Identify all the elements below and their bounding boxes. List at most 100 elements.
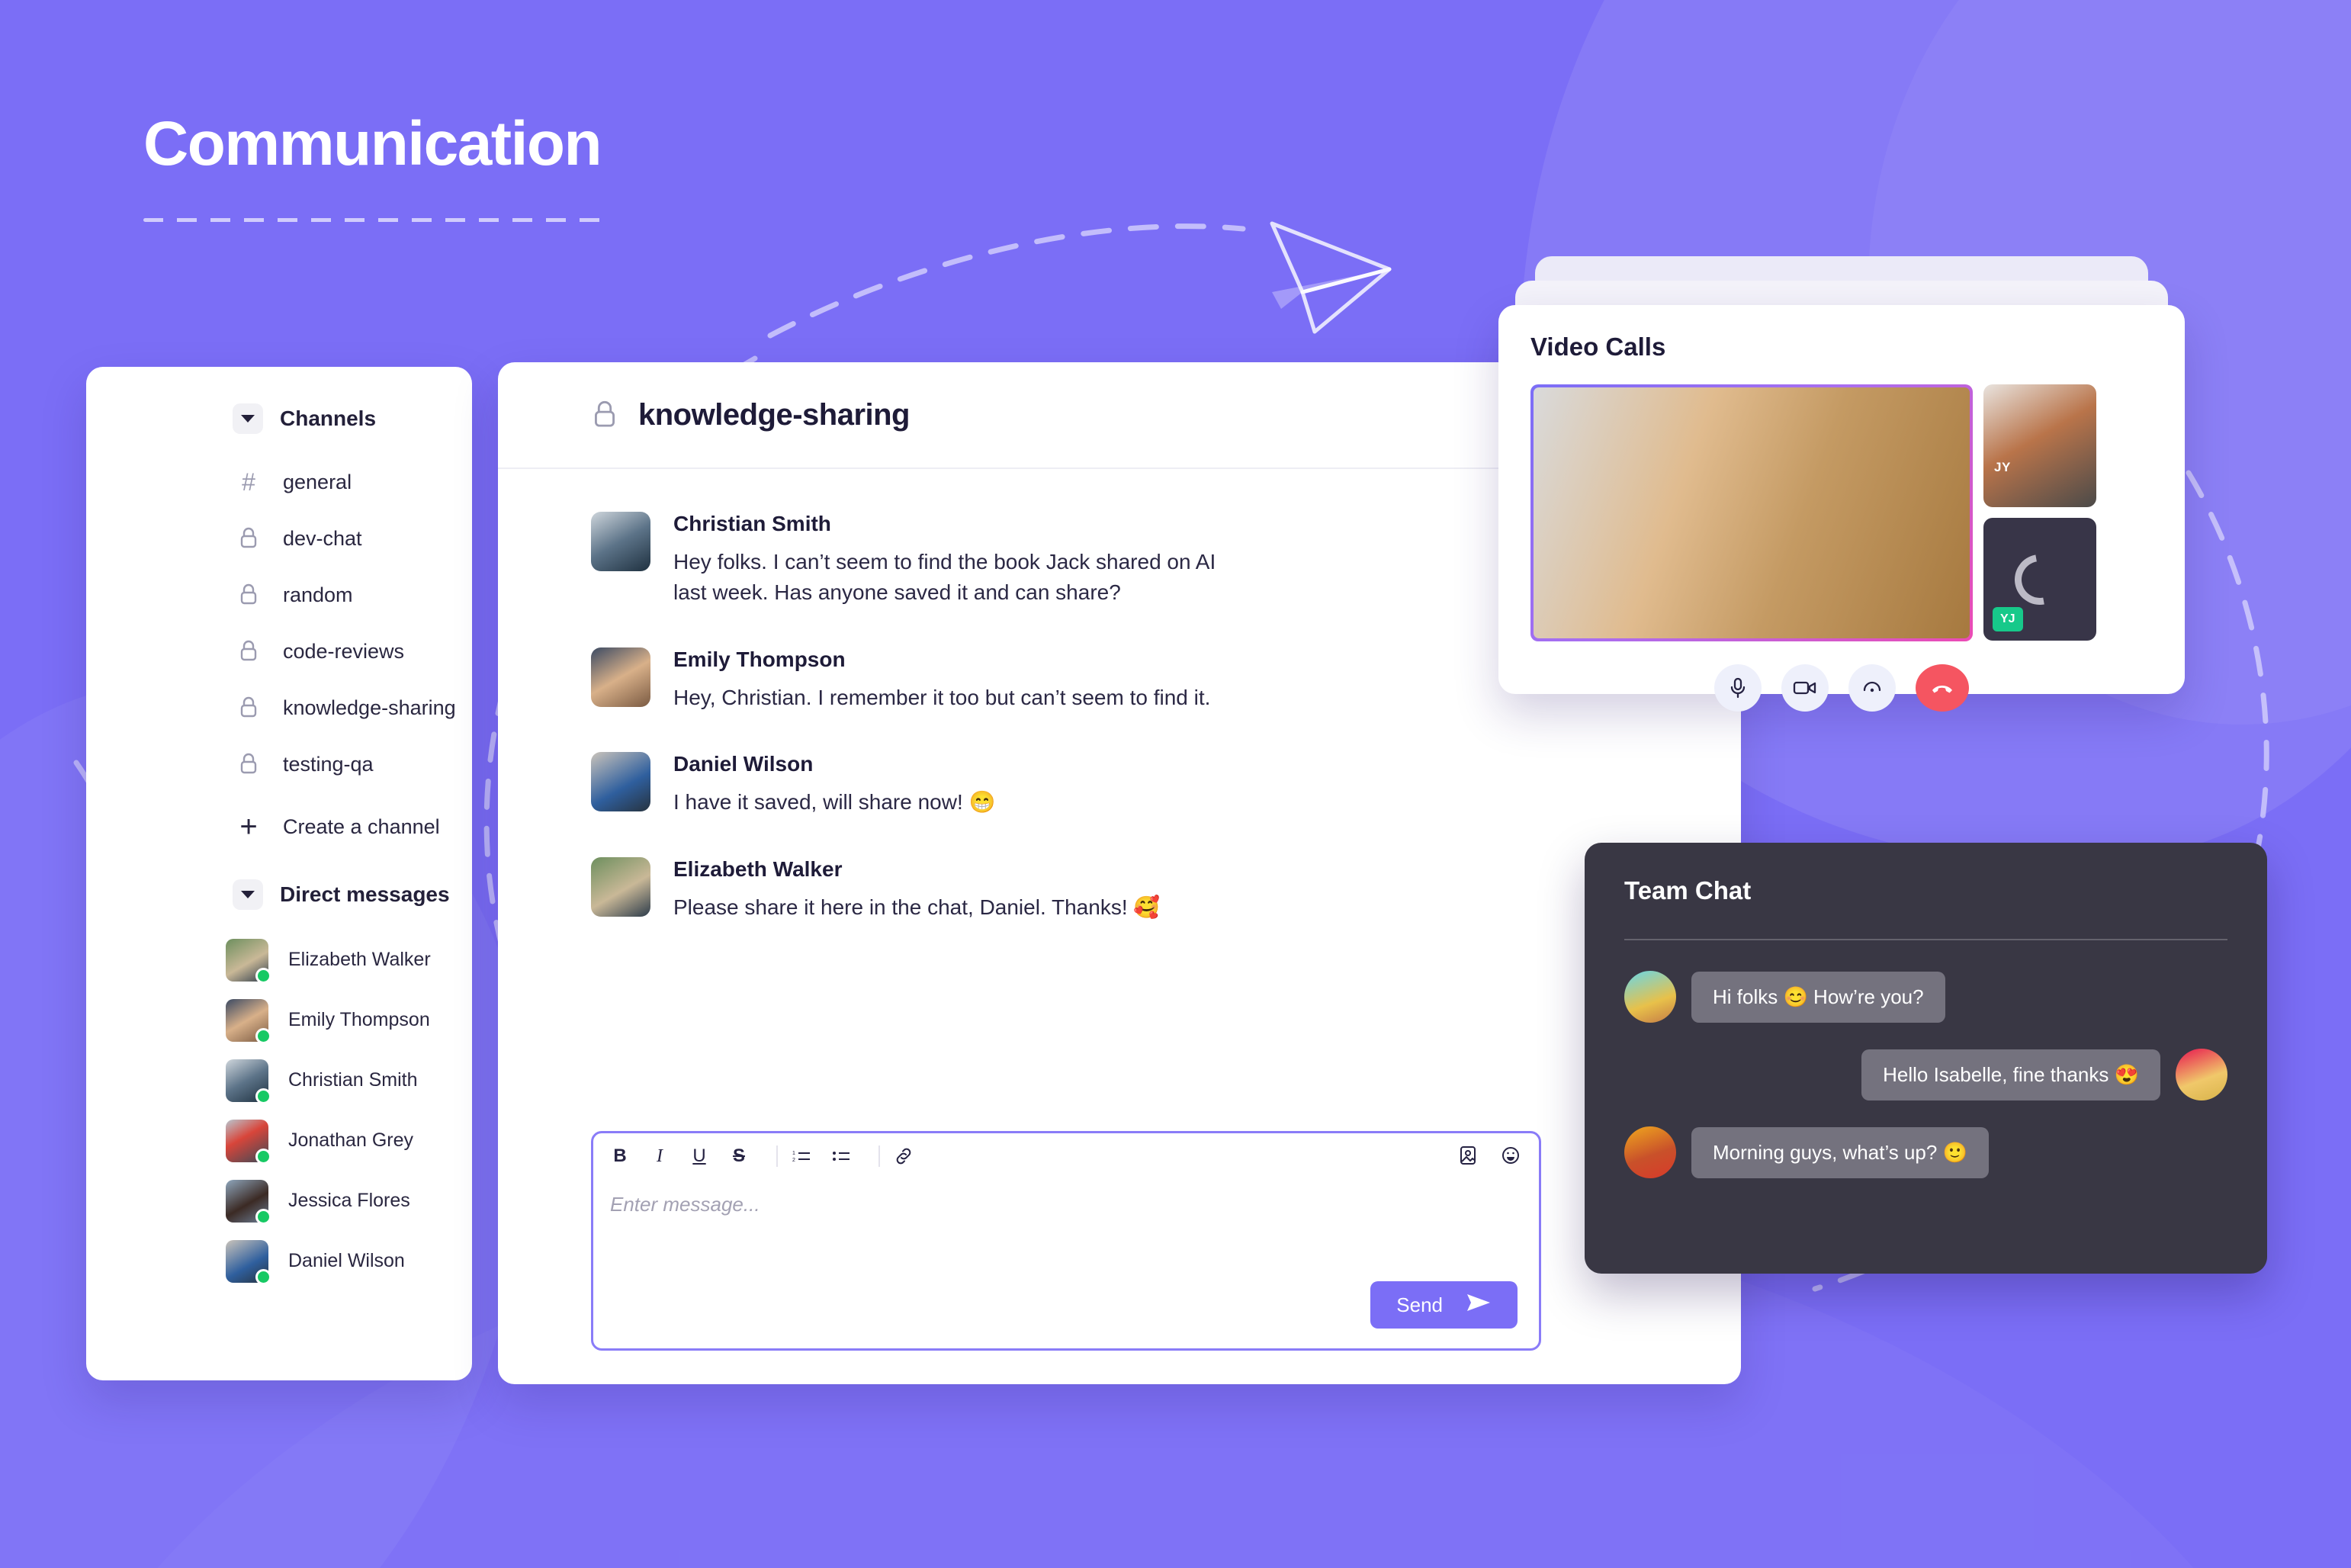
- emoji-icon[interactable]: [1499, 1142, 1522, 1168]
- create-channel-button[interactable]: + Create a channel: [86, 798, 472, 855]
- dm-item-emily-thompson[interactable]: Emily Thompson: [86, 990, 472, 1050]
- avatar: [1624, 971, 1676, 1023]
- avatar: [591, 857, 650, 917]
- screen-share-button[interactable]: [1848, 664, 1896, 712]
- sidebar-item-random[interactable]: random: [86, 567, 472, 623]
- dm-item-elizabeth-walker[interactable]: Elizabeth Walker: [86, 930, 472, 990]
- lock-icon: [236, 639, 262, 664]
- dm-item-label: Emily Thompson: [288, 1009, 430, 1030]
- avatar: [2176, 1049, 2227, 1100]
- status-indicator: [255, 1027, 271, 1044]
- sidebar-item-label: general: [283, 470, 352, 493]
- sidebar-item-label: dev-chat: [283, 526, 362, 550]
- status-indicator: [255, 967, 271, 984]
- paper-plane-icon: [1270, 221, 1392, 334]
- status-indicator: [255, 1208, 271, 1225]
- status-indicator: [255, 1268, 271, 1285]
- dm-item-label: Daniel Wilson: [288, 1250, 405, 1271]
- svg-text:1: 1: [792, 1151, 795, 1156]
- dm-item-label: Elizabeth Walker: [288, 949, 431, 970]
- dm-item-label: Jessica Flores: [288, 1190, 410, 1211]
- message-author: Elizabeth Walker: [673, 857, 843, 881]
- lock-icon: [236, 696, 262, 720]
- avatar: [226, 1239, 271, 1285]
- message-author: Christian Smith: [673, 512, 831, 535]
- dm-item-christian-smith[interactable]: Christian Smith: [86, 1050, 472, 1110]
- video-thumb-loading-tile[interactable]: YJ: [1983, 518, 2096, 641]
- video-feed: [1534, 387, 1970, 638]
- dm-item-daniel-wilson[interactable]: Daniel Wilson: [86, 1231, 472, 1291]
- ordered-list-icon[interactable]: 12: [790, 1143, 813, 1169]
- underline-icon[interactable]: U: [688, 1143, 711, 1169]
- divider: [1624, 939, 2227, 940]
- message-composer[interactable]: B I U S 12 Enter message... Send: [591, 1131, 1541, 1351]
- sidebar-item-knowledge-sharing[interactable]: knowledge-sharing: [86, 680, 472, 736]
- sidebar-item-label: code-reviews: [283, 639, 405, 663]
- bold-icon[interactable]: B: [609, 1143, 631, 1169]
- page-title: Communication: [143, 109, 602, 178]
- send-icon: [1466, 1293, 1492, 1318]
- sidebar-item-label: knowledge-sharing: [283, 696, 456, 719]
- send-button-label: Send: [1396, 1293, 1443, 1316]
- toolbar-divider: [776, 1145, 778, 1167]
- chevron-down-icon[interactable]: [233, 403, 263, 434]
- dm-item-label: Jonathan Grey: [288, 1129, 413, 1151]
- italic-icon[interactable]: I: [648, 1143, 671, 1169]
- dm-item-jonathan-grey[interactable]: Jonathan Grey: [86, 1110, 472, 1171]
- sidebar-item-code-reviews[interactable]: code-reviews: [86, 623, 472, 680]
- avatar: [226, 1119, 271, 1165]
- sidebar-panel: Channels # general dev-chat random code-…: [86, 367, 472, 1380]
- microphone-button[interactable]: [1714, 664, 1762, 712]
- video-thumbnails: JY YJ: [1983, 384, 2096, 641]
- message-text: Hey folks. I can’t seem to find the book…: [673, 550, 1216, 604]
- video-main-tile[interactable]: [1530, 384, 1973, 641]
- toolbar-divider: [878, 1145, 880, 1167]
- avatar: [226, 1179, 271, 1225]
- message-input[interactable]: Enter message...: [610, 1193, 760, 1216]
- message-item: Elizabeth Walker Please share it here in…: [591, 857, 1695, 923]
- team-chat-message: Morning guys, what’s up? 🙂: [1624, 1126, 2227, 1178]
- participant-initials-badge: YJ: [1993, 607, 2023, 631]
- call-controls: [1530, 664, 2153, 712]
- page-title: knowledge-sharing: [638, 397, 911, 432]
- sidebar-item-dev-chat[interactable]: dev-chat: [86, 510, 472, 567]
- image-icon[interactable]: [1457, 1142, 1479, 1168]
- direct-messages-section-header[interactable]: Direct messages: [86, 879, 472, 910]
- send-button[interactable]: Send: [1370, 1281, 1518, 1329]
- sidebar-item-label: testing-qa: [283, 752, 374, 776]
- team-chat-bubble: Hi folks 😊 How’re you?: [1691, 971, 1945, 1023]
- camera-button[interactable]: [1781, 664, 1829, 712]
- avatar: [591, 647, 650, 707]
- loading-spinner-icon: [2005, 544, 2075, 615]
- participant-initials: JY: [1994, 460, 2011, 474]
- dm-item-label: Christian Smith: [288, 1069, 418, 1091]
- video-thumb-tile[interactable]: JY: [1983, 384, 2096, 507]
- svg-text:2: 2: [792, 1158, 795, 1163]
- chevron-down-icon[interactable]: [233, 879, 263, 910]
- strikethrough-icon[interactable]: S: [727, 1143, 750, 1169]
- video-calls-panel: Video Calls JY YJ: [1498, 305, 2185, 712]
- sidebar-item-label: random: [283, 583, 353, 606]
- end-call-button[interactable]: [1916, 664, 1969, 712]
- title-underline-rule: [143, 218, 601, 222]
- composer-attachment-tools: [1457, 1142, 1522, 1168]
- avatar: [591, 752, 650, 812]
- lock-icon: [236, 526, 262, 551]
- link-icon[interactable]: [892, 1143, 915, 1169]
- channels-section-header[interactable]: Channels: [86, 403, 472, 434]
- hash-icon: #: [242, 468, 255, 496]
- lock-icon: [591, 399, 618, 431]
- sidebar-item-general[interactable]: # general: [86, 454, 472, 510]
- avatar: [1624, 1126, 1676, 1178]
- team-chat-panel: Team Chat Hi folks 😊 How’re you? Hello I…: [1585, 843, 2267, 1274]
- direct-messages-section-label: Direct messages: [280, 882, 450, 906]
- sidebar-item-testing-qa[interactable]: testing-qa: [86, 736, 472, 792]
- team-chat-message: Hi folks 😊 How’re you?: [1624, 971, 2227, 1023]
- channels-section-label: Channels: [280, 406, 377, 430]
- team-chat-message: Hello Isabelle, fine thanks 😍: [1624, 1049, 2227, 1100]
- bullet-list-icon[interactable]: [830, 1143, 853, 1169]
- dm-item-jessica-flores[interactable]: Jessica Flores: [86, 1171, 472, 1231]
- create-channel-label: Create a channel: [283, 815, 440, 838]
- team-chat-bubble: Hello Isabelle, fine thanks 😍: [1861, 1049, 2160, 1100]
- message-author: Emily Thompson: [673, 647, 846, 671]
